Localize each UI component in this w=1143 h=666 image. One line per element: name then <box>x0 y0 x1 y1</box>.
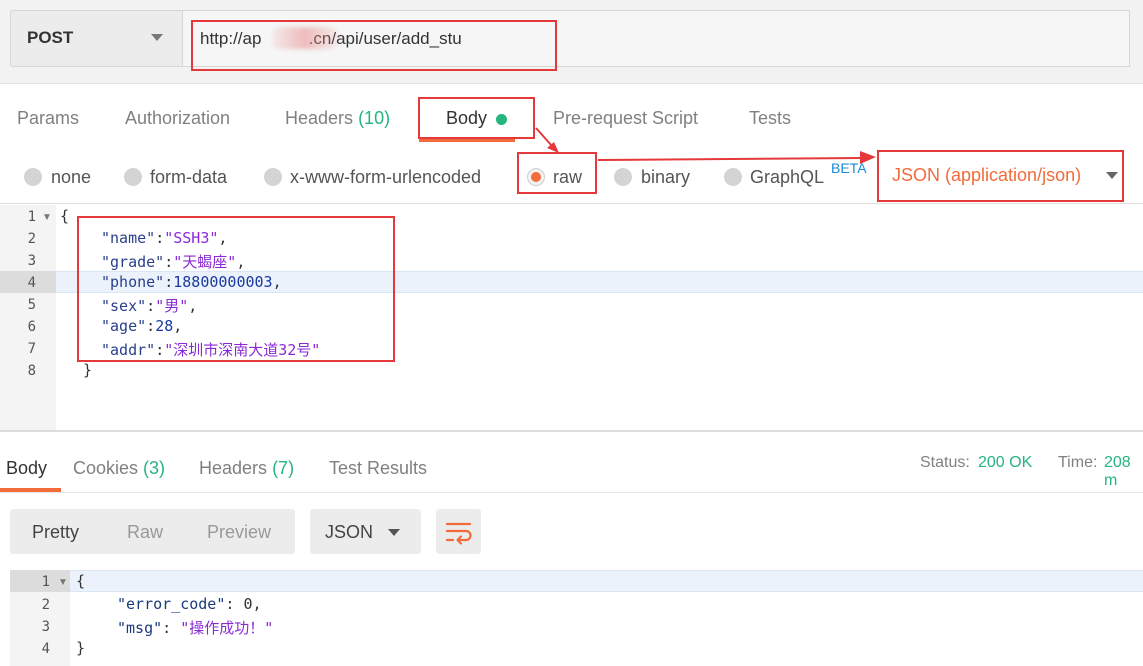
annotation-arrows <box>535 127 876 164</box>
